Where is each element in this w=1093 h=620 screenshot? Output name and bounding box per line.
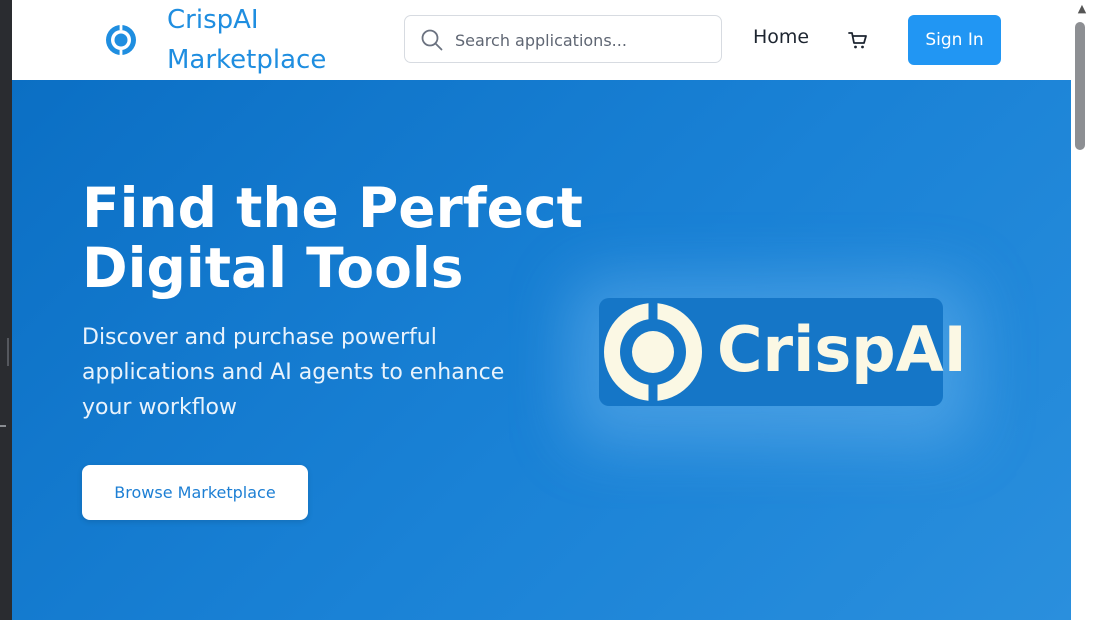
vertical-scrollbar[interactable]: ▲ — [1071, 0, 1093, 620]
search-icon — [421, 29, 443, 51]
brand-line-2: Marketplace — [167, 45, 327, 75]
hero-section: Find the Perfect Digital Tools Discover … — [12, 80, 1071, 620]
browser-page: CrispAI Marketplace Home Sign In Find th… — [12, 0, 1071, 620]
brand-name[interactable]: CrispAI Marketplace — [167, 0, 367, 80]
logo-mark-icon[interactable] — [105, 24, 137, 56]
crispai-hero-logo: CrispAI — [599, 298, 967, 406]
crispai-wordmark: CrispAI — [717, 313, 967, 386]
scroll-up-arrow-icon[interactable]: ▲ — [1075, 3, 1089, 15]
sign-in-button[interactable]: Sign In — [908, 15, 1001, 65]
nav-home-link[interactable]: Home — [753, 26, 809, 48]
cart-icon[interactable] — [848, 30, 868, 50]
window-edge-marker — [7, 338, 9, 366]
crispai-logo-icon — [604, 301, 702, 403]
background-window-edge — [0, 0, 12, 620]
hero-title: Find the Perfect Digital Tools — [82, 176, 583, 300]
search-input[interactable] — [453, 25, 717, 55]
hero-subtitle: Discover and purchase powerful applicati… — [82, 325, 505, 420]
search-box[interactable] — [404, 15, 722, 63]
brand-line-1: CrispAI — [167, 5, 259, 35]
site-header: CrispAI Marketplace Home Sign In — [12, 0, 1071, 81]
browse-marketplace-button[interactable]: Browse Marketplace — [82, 465, 308, 520]
scrollbar-thumb[interactable] — [1075, 22, 1085, 150]
window-edge-marker — [0, 425, 6, 427]
